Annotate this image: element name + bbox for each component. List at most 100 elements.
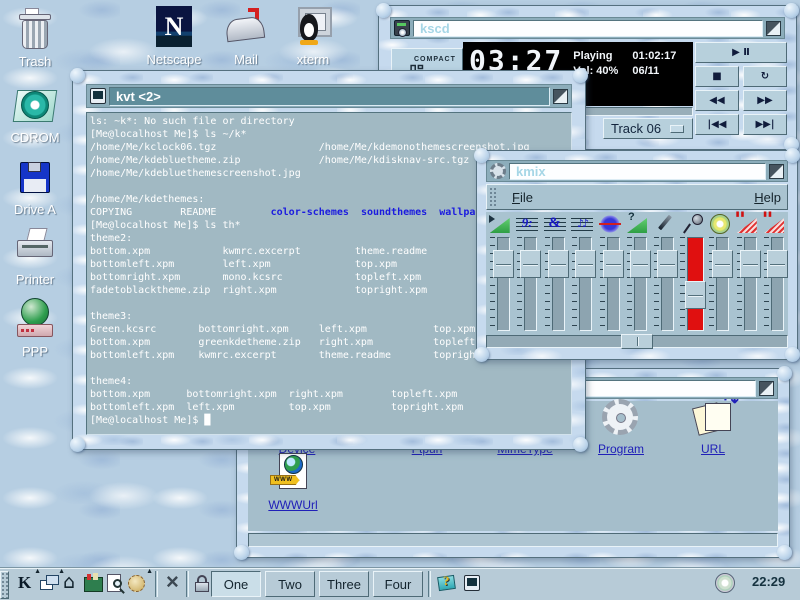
template-icon-wwwurl[interactable]: WWW WWWUrl <box>254 453 332 512</box>
pcm-slider-trough[interactable] <box>607 237 620 331</box>
template-icon-program[interactable]: Program <box>582 397 660 456</box>
play-pause-glyph: ▶ Ⅱ <box>732 47 750 58</box>
lcd-disc-time: 01:02:17 <box>632 50 676 63</box>
window-list-button[interactable]: ▲ <box>38 572 62 596</box>
track-selector-combo[interactable]: Track 06 <box>603 118 693 139</box>
terminal-text: ls: ~k*: No such file or directory <box>90 116 295 127</box>
rec2-slider-trough[interactable] <box>771 237 784 331</box>
toolbox-button[interactable] <box>82 572 106 596</box>
program-gear-icon <box>597 397 645 441</box>
rec1-slider-knob[interactable] <box>740 250 761 278</box>
home-folder-button[interactable] <box>60 572 84 596</box>
maximize-button[interactable] <box>766 21 781 36</box>
terminal-text: Green.kcsrc bottomright.xpm left.xpm top… <box>90 324 475 335</box>
synth-slider-trough[interactable] <box>579 237 592 331</box>
window-kmix[interactable]: kmix File Help <box>476 150 798 360</box>
volume-slider-knob[interactable] <box>493 250 514 278</box>
desktop-icon-printer[interactable]: Printer <box>0 226 70 287</box>
unknown-slider-knob[interactable] <box>630 250 651 278</box>
kvt-titlebar[interactable]: kvt <2> <box>86 84 572 108</box>
pager-desktop-two[interactable]: Two <box>265 571 315 597</box>
help-button[interactable]: ? <box>436 572 460 596</box>
next-track-button[interactable]: ▶▶| <box>743 114 787 135</box>
pager-desktop-three[interactable]: Three <box>319 571 369 597</box>
play-pause-button[interactable]: ▶ Ⅱ <box>695 42 787 63</box>
terminal-text: [Me@localhost Me]$ ls ~/k* <box>90 129 247 140</box>
terminal-text: bottom.xpm greenkdetheme.zip right.xpm t… <box>90 337 499 348</box>
bass-slider-knob[interactable] <box>520 250 541 278</box>
rec1-slider-trough[interactable] <box>744 237 757 331</box>
loop-button[interactable]: ↻ <box>743 66 787 87</box>
pager-desktop-four[interactable]: Four <box>373 571 423 597</box>
lcd-status: Playing <box>573 50 618 63</box>
desktop-icon-ppp[interactable]: PPP <box>0 298 70 359</box>
treble-channel-icon <box>544 214 566 234</box>
k-menu-button[interactable]: K ▲ <box>14 572 38 596</box>
desktop-icon-label: CDROM <box>0 130 70 145</box>
mic-slider-trough[interactable] <box>687 237 704 331</box>
unknown-slider-trough[interactable] <box>634 237 647 331</box>
terminal-text: /home/Me/kclock06.tgz /home/Me/kdemonoth… <box>90 142 530 153</box>
kscd-window-icon[interactable] <box>394 20 410 36</box>
kmix-window-icon[interactable] <box>490 163 506 179</box>
pager-desktop-one[interactable]: One <box>211 571 261 597</box>
synth-slider-knob[interactable] <box>575 250 596 278</box>
template-icon-url[interactable]: ↷ URL <box>674 397 752 456</box>
frame-bump <box>785 347 800 362</box>
menu-help[interactable]: Help <box>748 190 787 205</box>
find-files-button[interactable] <box>104 572 128 596</box>
maximize-button[interactable] <box>553 89 568 104</box>
desktop-themes-button[interactable]: ▲ <box>126 572 150 596</box>
balance-slider[interactable] <box>486 335 788 348</box>
xkill-button[interactable] <box>162 572 186 596</box>
desktop-icon-trash[interactable]: Trash <box>0 8 70 69</box>
printer-body <box>17 240 53 257</box>
desktop-icon-label: Netscape <box>139 52 209 67</box>
pcm-slider-knob[interactable] <box>603 250 624 278</box>
maximize-button[interactable] <box>769 164 784 179</box>
terminal-line: bottom.xpm bottomright.xpm right.xpm top… <box>90 388 571 401</box>
mic-slider-knob[interactable] <box>685 281 706 309</box>
menubar-drag-handle[interactable] <box>489 187 497 207</box>
maximize-button[interactable] <box>759 381 774 396</box>
kvt-window-icon[interactable] <box>90 88 106 104</box>
treble-slider-knob[interactable] <box>548 250 569 278</box>
desktop-icon-xterm[interactable]: xterm <box>278 6 348 67</box>
terminal-launcher-button[interactable] <box>462 572 486 596</box>
line-slider-trough[interactable] <box>661 237 674 331</box>
directory-name: soundthemes <box>361 207 427 218</box>
cd-channel-icon <box>708 214 730 234</box>
terminal-line <box>90 362 571 375</box>
previous-track-button[interactable]: |◀◀ <box>695 114 739 135</box>
desktop-icon-netscape[interactable]: N Netscape <box>139 6 209 67</box>
template-icon-label: Program <box>582 442 660 456</box>
mailbox-icon <box>222 6 270 50</box>
line-slider-knob[interactable] <box>657 250 678 278</box>
mixer-channel-volume <box>486 214 513 336</box>
terminal-text: bottomleft.xpm left.xpm top.xpm topright… <box>90 402 463 413</box>
fast-forward-button[interactable]: ▶▶ <box>743 90 787 111</box>
magnifier-icon <box>113 579 122 588</box>
channel-slider <box>709 237 729 331</box>
panel-hide-handle[interactable] <box>0 571 9 599</box>
tray-kscd-icon[interactable] <box>714 572 738 596</box>
rewind-button[interactable]: ◀◀ <box>695 90 739 111</box>
balance-slider-knob[interactable] <box>621 334 653 349</box>
rec2-slider-knob[interactable] <box>767 250 788 278</box>
kmix-titlebar[interactable]: kmix <box>486 160 788 182</box>
kscd-titlebar[interactable]: kscd <box>390 17 785 39</box>
desktop-icon-cdrom[interactable]: CDROM <box>0 84 70 145</box>
cd-slider-trough[interactable] <box>716 237 729 331</box>
channel-slider <box>627 237 647 331</box>
desktop-icon-mail[interactable]: Mail <box>211 6 281 67</box>
bass-slider-trough[interactable] <box>524 237 537 331</box>
stop-button[interactable]: ■ <box>695 66 739 87</box>
mixer-channel-mic <box>678 214 705 336</box>
treble-slider-trough[interactable] <box>552 237 565 331</box>
desktop-icon-label: Mail <box>211 52 281 67</box>
cd-disc-icon <box>715 573 735 593</box>
volume-slider-trough[interactable] <box>497 237 510 331</box>
menu-file[interactable]: File <box>506 190 539 205</box>
cd-slider-knob[interactable] <box>712 250 733 278</box>
desktop-icon-drive-a[interactable]: Drive A <box>0 156 70 217</box>
